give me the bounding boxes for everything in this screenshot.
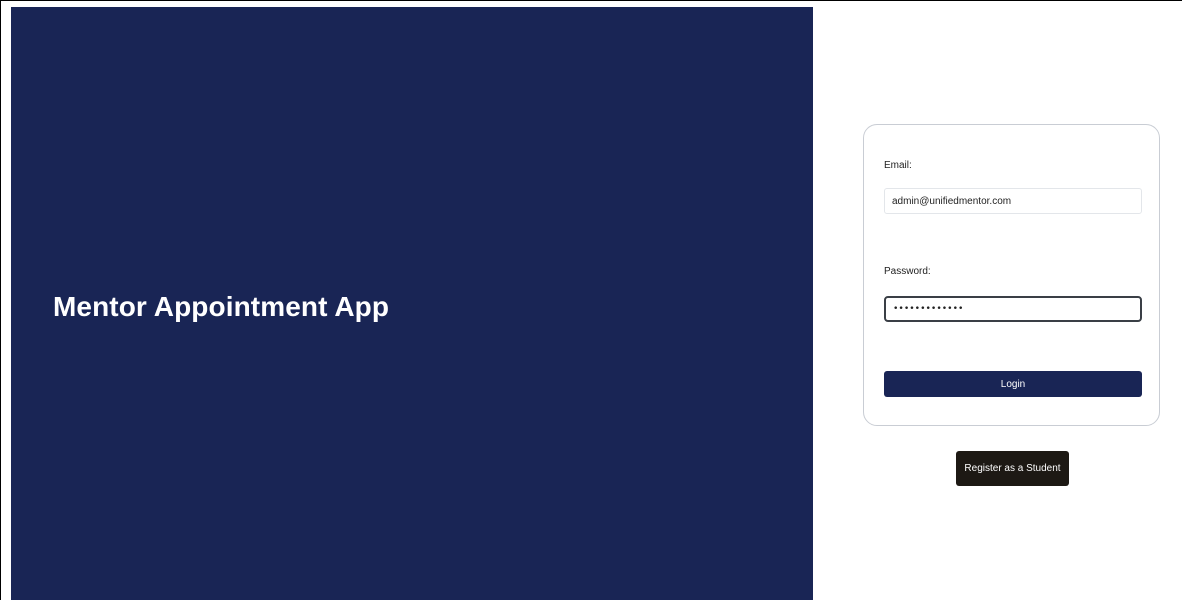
password-label: Password: <box>884 266 931 277</box>
email-label: Email: <box>884 160 912 171</box>
hero-panel: Mentor Appointment App <box>11 7 813 600</box>
login-card: Email: Password: Login <box>863 124 1160 426</box>
register-student-button[interactable]: Register as a Student <box>956 451 1069 486</box>
password-field[interactable] <box>884 296 1142 322</box>
app-title: Mentor Appointment App <box>53 291 390 322</box>
email-field[interactable] <box>884 188 1142 214</box>
auth-pane: Email: Password: Login Register as a Stu… <box>813 7 1182 600</box>
login-button[interactable]: Login <box>884 371 1142 397</box>
app-window: Mentor Appointment App Email: Password: … <box>0 0 1182 600</box>
